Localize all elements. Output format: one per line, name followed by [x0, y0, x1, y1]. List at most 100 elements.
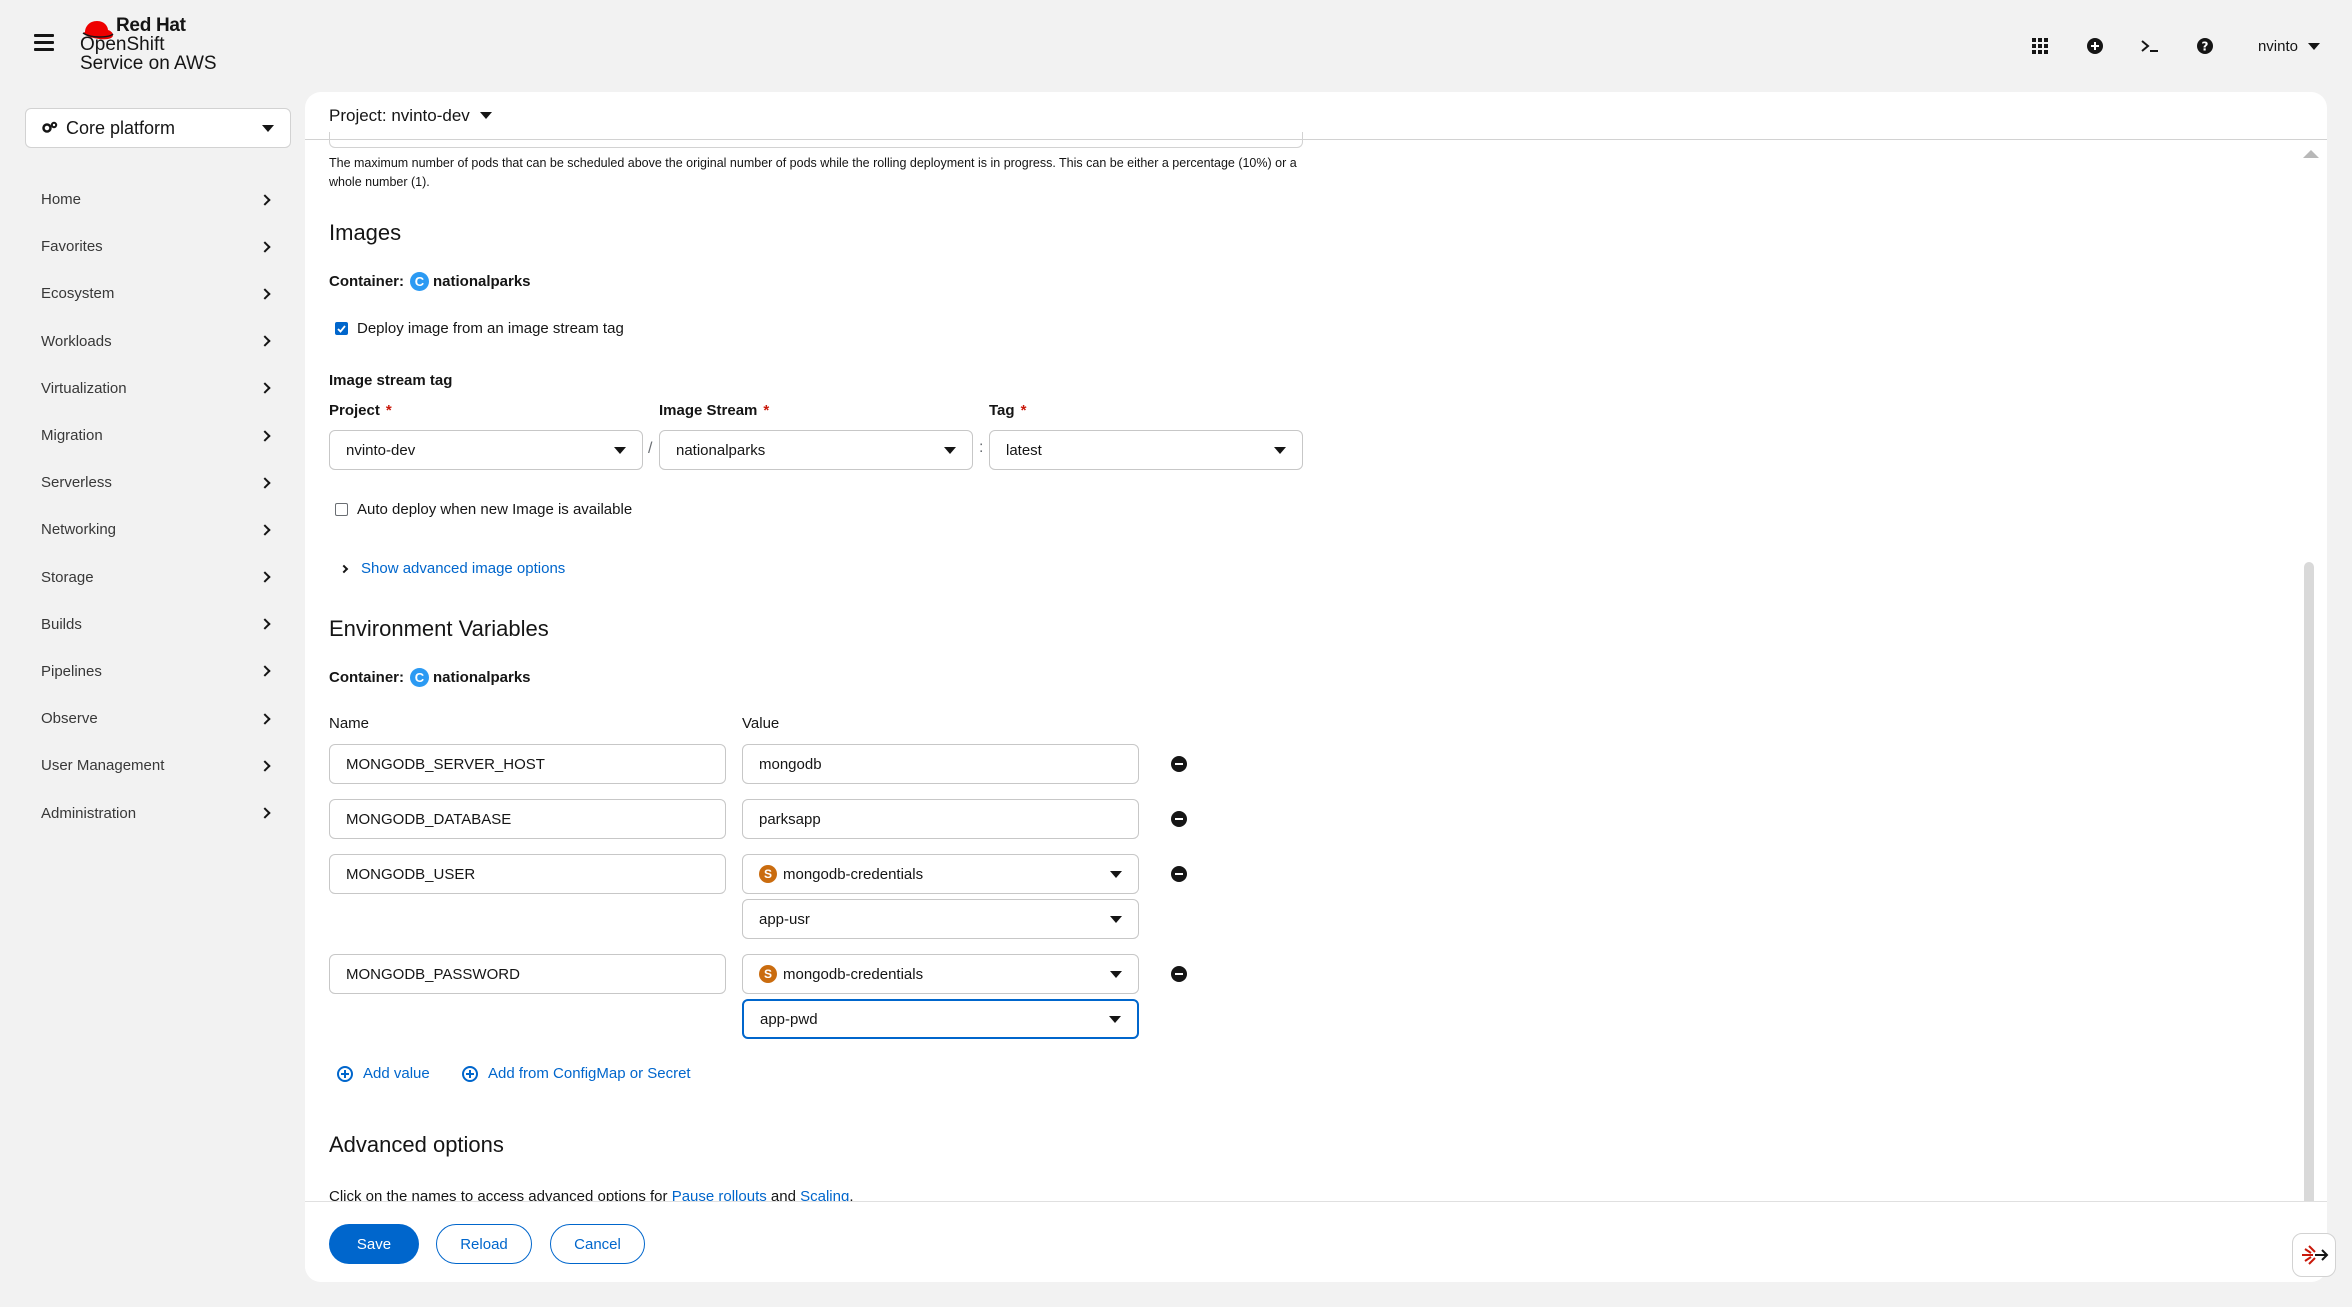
- chevron-right-icon: [259, 760, 271, 772]
- tag-field-label: Tag *: [989, 402, 1026, 419]
- sidebar-item-label: Builds: [41, 615, 82, 633]
- user-menu[interactable]: nvinto: [2258, 38, 2320, 55]
- remove-row-icon[interactable]: [1171, 866, 1187, 882]
- sidebar-item-pipelines[interactable]: Pipelines: [0, 648, 305, 695]
- caret-down-icon: [1110, 970, 1122, 978]
- add-value-button[interactable]: Add value: [337, 1065, 430, 1082]
- sidebar-item-label: Virtualization: [41, 379, 127, 397]
- sidebar-item-networking[interactable]: Networking: [0, 506, 305, 553]
- nav-list: Home Favorites Ecosystem Workloads Virtu…: [0, 176, 305, 837]
- sidebar-item-label: Migration: [41, 427, 103, 445]
- project-select[interactable]: nvinto-dev: [329, 430, 643, 470]
- remove-row-icon[interactable]: [1171, 756, 1187, 772]
- sidebar-item-administration[interactable]: Administration: [0, 789, 305, 836]
- env-value-input[interactable]: [742, 744, 1139, 784]
- slash-separator: /: [648, 440, 653, 457]
- auto-deploy-checkbox[interactable]: [335, 503, 348, 516]
- deploy-from-ist-label: Deploy image from an image stream tag: [357, 320, 624, 337]
- project-selector[interactable]: Project: nvinto-dev: [329, 106, 492, 126]
- add-from-configmap-button[interactable]: Add from ConfigMap or Secret: [462, 1065, 691, 1082]
- show-advanced-image-options[interactable]: Show advanced image options: [339, 560, 565, 577]
- caret-down-icon: [1109, 1015, 1121, 1023]
- auto-deploy-row[interactable]: Auto deploy when new Image is available: [335, 501, 632, 518]
- plus-circle-icon: [337, 1065, 353, 1082]
- sidebar-item-label: Home: [41, 191, 82, 209]
- container-name: nationalparks: [433, 669, 531, 686]
- image-stream-select-value: nationalparks: [676, 441, 766, 459]
- sidebar-item-label: Administration: [41, 804, 137, 822]
- container-label: Container:: [329, 273, 404, 290]
- project-field-label: Project *: [329, 402, 392, 419]
- image-stream-field-label: Image Stream *: [659, 402, 769, 419]
- sidebar-item-label: Ecosystem: [41, 285, 115, 303]
- image-stream-label-text: Image Stream: [659, 402, 758, 419]
- cancel-button[interactable]: Cancel: [550, 1224, 645, 1264]
- caret-down-icon: [1110, 915, 1122, 923]
- secret-key-select[interactable]: app-pwd: [742, 999, 1139, 1039]
- image-stream-select[interactable]: nationalparks: [659, 430, 973, 470]
- max-surge-field[interactable]: [329, 132, 1303, 148]
- brand-logo[interactable]: Red Hat OpenShift Service on AWS: [80, 16, 217, 73]
- images-heading: Images: [329, 220, 402, 245]
- container-badge-icon: C: [410, 272, 429, 291]
- save-button[interactable]: Save: [329, 1224, 419, 1264]
- env-name-input[interactable]: [329, 854, 726, 894]
- sidebar-item-migration[interactable]: Migration: [0, 412, 305, 459]
- sidebar-item-storage[interactable]: Storage: [0, 554, 305, 601]
- sidebar: Core platform Home Favorites Ecosystem W…: [0, 90, 305, 1307]
- sidebar-item-label: Serverless: [41, 474, 112, 492]
- chevron-right-icon: [259, 618, 271, 630]
- secret-badge-icon: S: [759, 865, 777, 883]
- remove-row-icon[interactable]: [1171, 966, 1187, 982]
- remove-row-icon[interactable]: [1171, 811, 1187, 827]
- sidebar-item-observe[interactable]: Observe: [0, 695, 305, 742]
- secret-key-select-value: app-usr: [759, 910, 810, 928]
- app-launcher-icon[interactable]: [2028, 34, 2052, 58]
- advanced-heading: Advanced options: [329, 1132, 504, 1157]
- secret-select[interactable]: Smongodb-credentials: [742, 854, 1139, 894]
- perspective-label: Core platform: [66, 117, 176, 138]
- chevron-right-icon: [259, 335, 271, 347]
- tag-select-value: latest: [1006, 441, 1042, 459]
- caret-down-icon: [944, 446, 956, 454]
- secret-key-select-value: app-pwd: [760, 1010, 818, 1028]
- tag-select[interactable]: latest: [989, 430, 1303, 470]
- brand-line-2: OpenShift: [80, 34, 165, 55]
- env-name-input[interactable]: [329, 799, 726, 839]
- reload-button[interactable]: Reload: [436, 1224, 532, 1264]
- perspective-switcher[interactable]: Core platform: [25, 108, 291, 148]
- sidebar-item-builds[interactable]: Builds: [0, 601, 305, 648]
- container-badge-icon: C: [410, 668, 429, 687]
- hamburger-icon[interactable]: [34, 34, 54, 54]
- help-icon[interactable]: ?: [2193, 34, 2217, 58]
- secret-badge-icon: S: [759, 965, 777, 983]
- chevron-right-icon: [259, 712, 271, 725]
- main-panel: Project: nvinto-dev The maximum number o…: [305, 92, 2327, 1282]
- env-name-input[interactable]: [329, 744, 726, 784]
- sidebar-item-home[interactable]: Home: [0, 176, 305, 223]
- sidebar-item-ecosystem[interactable]: Ecosystem: [0, 270, 305, 317]
- env-name-input[interactable]: [329, 954, 726, 994]
- quickstart-help-button[interactable]: [2292, 1233, 2336, 1277]
- auto-deploy-label: Auto deploy when new Image is available: [357, 501, 633, 518]
- project-label-text: Project: [329, 402, 380, 419]
- sidebar-item-workloads[interactable]: Workloads: [0, 318, 305, 365]
- env-heading: Environment Variables: [329, 616, 549, 641]
- secret-key-select[interactable]: app-usr: [742, 899, 1139, 939]
- secret-select[interactable]: Smongodb-credentials: [742, 954, 1139, 994]
- sidebar-item-serverless[interactable]: Serverless: [0, 459, 305, 506]
- form-footer: Save Reload Cancel: [305, 1201, 2327, 1282]
- env-value-input[interactable]: [742, 799, 1139, 839]
- plus-circle-icon[interactable]: [2083, 34, 2107, 58]
- container-label: Container:: [329, 669, 404, 686]
- chevron-right-icon: [339, 564, 349, 573]
- deploy-from-ist-checkbox[interactable]: [335, 322, 348, 335]
- sidebar-item-favorites[interactable]: Favorites: [0, 223, 305, 270]
- sidebar-item-virtualization[interactable]: Virtualization: [0, 365, 305, 412]
- sidebar-item-user-management[interactable]: User Management: [0, 742, 305, 789]
- plus-circle-icon: [462, 1065, 478, 1082]
- add-value-label: Add value: [363, 1065, 430, 1082]
- deploy-from-ist-row[interactable]: Deploy image from an image stream tag: [335, 320, 624, 337]
- sidebar-item-label: Favorites: [41, 238, 103, 256]
- terminal-icon[interactable]: [2138, 34, 2162, 58]
